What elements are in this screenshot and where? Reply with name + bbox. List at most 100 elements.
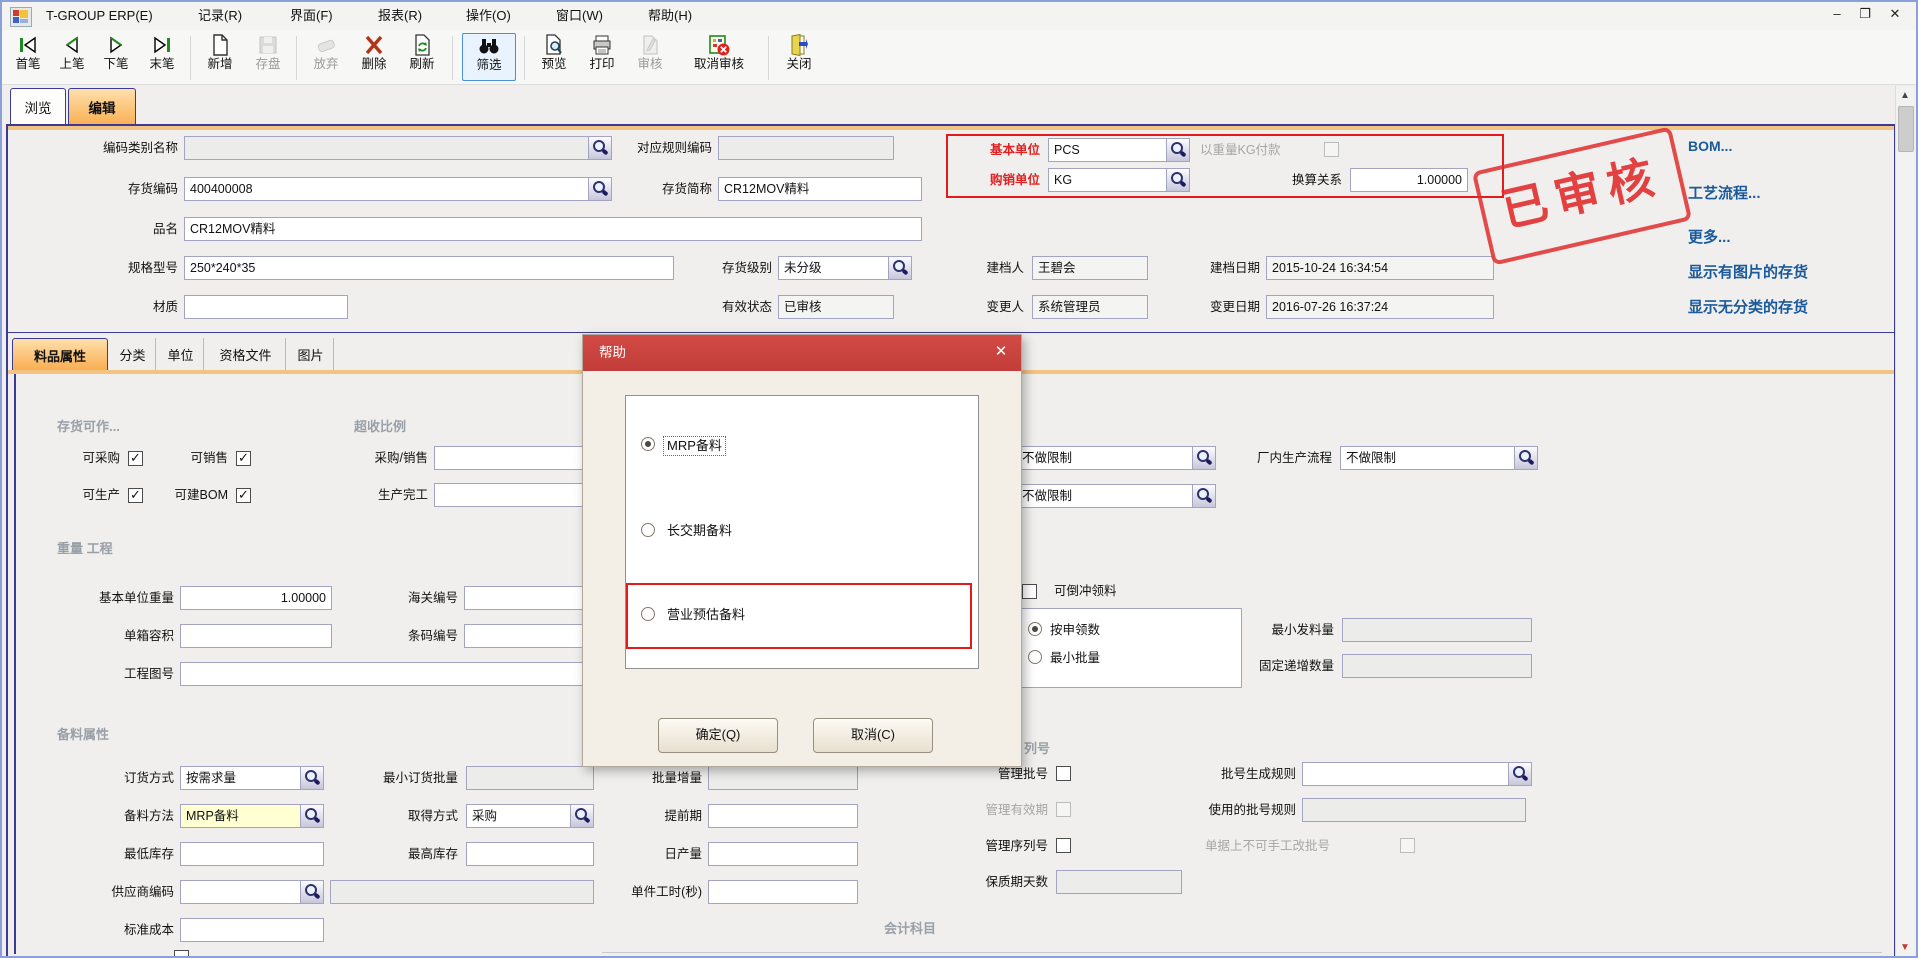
bom-link[interactable]: BOM... (1688, 138, 1732, 154)
new-button[interactable]: 新增 (198, 33, 242, 81)
scroll-up-icon[interactable]: ▲ (1896, 88, 1914, 104)
help-dialog-titlebar[interactable]: 帮助 (583, 335, 1021, 371)
scroll-down-icon[interactable]: ▼ (1896, 940, 1914, 956)
scrollbar-thumb[interactable] (1898, 106, 1914, 152)
by-request-radio[interactable] (1028, 622, 1042, 636)
min-stock-field[interactable] (180, 842, 324, 866)
menu-item-interface[interactable]: 界面(F) (284, 5, 339, 27)
refresh-button[interactable]: 刷新 (400, 33, 444, 81)
subtab-item-props[interactable]: 料品属性 (12, 338, 108, 370)
batch-rule-field[interactable] (1302, 762, 1532, 786)
sellable-checkbox[interactable] (236, 451, 251, 466)
cancel-audit-button[interactable]: 取消审核 (676, 33, 762, 81)
dialog-close-icon[interactable]: ✕ (981, 335, 1021, 371)
trade-unit-field[interactable]: KG (1048, 168, 1190, 192)
max-stock-field[interactable] (466, 842, 594, 866)
subtab-qualification[interactable]: 资格文件 (206, 338, 286, 370)
filter-button[interactable]: 筛选 (462, 33, 516, 81)
lookup-icon[interactable] (588, 137, 611, 159)
supplier-field[interactable] (180, 880, 324, 904)
lookup-icon[interactable] (1166, 139, 1189, 161)
dialog-ok-button[interactable]: 确定(Q) (658, 718, 778, 753)
prev-record-button[interactable]: 上笔 (52, 33, 92, 81)
drawing-field[interactable] (180, 662, 594, 686)
restore-button[interactable]: ❐ (1852, 4, 1878, 24)
name-field[interactable]: CR12MOV精料 (184, 217, 922, 241)
inv-code-field[interactable]: 400400008 (184, 177, 612, 201)
rule-code-field[interactable] (718, 136, 894, 160)
tab-browse[interactable]: 浏览 (10, 88, 66, 126)
serial-no-checkbox[interactable] (1056, 838, 1071, 853)
unit-time-field[interactable] (708, 880, 858, 904)
long-lead-option-label[interactable]: 长交期备料 (667, 522, 732, 540)
purchasable-checkbox[interactable] (128, 451, 143, 466)
spec-field[interactable]: 250*240*35 (184, 256, 674, 280)
batch-no-checkbox[interactable] (1056, 766, 1071, 781)
std-cost-field[interactable] (180, 918, 324, 942)
purchase-sale-field[interactable] (434, 446, 594, 470)
lookup-icon[interactable] (1508, 763, 1531, 785)
long-lead-option-radio[interactable] (641, 523, 655, 537)
backflush-checkbox[interactable] (1022, 584, 1037, 599)
next-record-button[interactable]: 下笔 (96, 33, 136, 81)
close-window-button[interactable]: ✕ (1882, 4, 1908, 24)
base-weight-field[interactable]: 1.00000 (180, 586, 332, 610)
lookup-icon[interactable] (300, 767, 323, 789)
subtab-category[interactable]: 分类 (110, 338, 156, 370)
more-link[interactable]: 更多... (1688, 226, 1731, 247)
lookup-icon[interactable] (1192, 485, 1215, 507)
lookup-icon[interactable] (888, 257, 911, 279)
delete-button[interactable]: 删除 (352, 33, 396, 81)
factory-flow-field[interactable]: 不做限制 (1340, 446, 1538, 470)
mrp-option-label[interactable]: MRP备料 (663, 436, 726, 456)
process-flow-link[interactable]: 工艺流程... (1688, 182, 1761, 203)
code-type-field[interactable] (184, 136, 612, 160)
show-unclassified-link[interactable]: 显示无分类的存货 (1688, 296, 1808, 317)
lead-time-field[interactable] (708, 804, 858, 828)
min-batch-radio[interactable] (1028, 650, 1042, 664)
dialog-cancel-button[interactable]: 取消(C) (813, 718, 933, 753)
base-unit-field[interactable]: PCS (1048, 138, 1190, 162)
customs-field[interactable] (464, 586, 594, 610)
lookup-icon[interactable] (588, 178, 611, 200)
menu-item-operation[interactable]: 操作(O) (460, 5, 517, 27)
lookup-icon[interactable] (300, 805, 323, 827)
lookup-icon[interactable] (1166, 169, 1189, 191)
material-field[interactable] (184, 295, 348, 319)
box-volume-field[interactable] (180, 624, 332, 648)
menu-item-help[interactable]: 帮助(H) (642, 5, 698, 27)
can-bom-checkbox[interactable] (236, 488, 251, 503)
show-with-images-link[interactable]: 显示有图片的存货 (1688, 261, 1808, 282)
print-button[interactable]: 打印 (580, 33, 624, 81)
preview-button[interactable]: 预览 (532, 33, 576, 81)
producible-checkbox[interactable] (128, 488, 143, 503)
first-record-button[interactable]: 首笔 (8, 33, 48, 81)
menu-item-report[interactable]: 报表(R) (372, 5, 428, 27)
last-record-button[interactable]: 末笔 (140, 33, 184, 81)
mrp-option-radio[interactable] (641, 437, 655, 451)
subtab-image[interactable]: 图片 (288, 338, 334, 370)
restriction-field-1[interactable]: 不做限制 (1016, 446, 1216, 470)
close-form-button[interactable]: 关闭 (776, 33, 822, 81)
lookup-icon[interactable] (570, 805, 593, 827)
level-field[interactable]: 未分级 (778, 256, 912, 280)
subtab-unit[interactable]: 单位 (158, 338, 204, 370)
menu-item-record[interactable]: 记录(R) (192, 5, 248, 27)
conversion-field[interactable]: 1.00000 (1350, 168, 1468, 192)
acquire-field[interactable]: 采购 (466, 804, 594, 828)
lookup-icon[interactable] (1192, 447, 1215, 469)
lookup-icon[interactable] (1514, 447, 1537, 469)
menu-item-app[interactable]: T-GROUP ERP(E) (40, 5, 159, 27)
prep-method-field[interactable]: MRP备料 (180, 804, 324, 828)
menu-item-window[interactable]: 窗口(W) (550, 5, 609, 27)
vertical-scrollbar[interactable]: ▲ ▼ (1895, 86, 1914, 958)
daily-output-field[interactable] (708, 842, 858, 866)
tab-edit[interactable]: 编辑 (68, 88, 136, 126)
lookup-icon[interactable] (300, 881, 323, 903)
restriction-field-2[interactable]: 不做限制 (1016, 484, 1216, 508)
prod-complete-field[interactable] (434, 483, 594, 507)
minimize-button[interactable]: – (1824, 4, 1850, 24)
order-mode-field[interactable]: 按需求量 (180, 766, 324, 790)
barcode-field[interactable] (464, 624, 594, 648)
inv-abbr-field[interactable]: CR12MOV精料 (718, 177, 922, 201)
